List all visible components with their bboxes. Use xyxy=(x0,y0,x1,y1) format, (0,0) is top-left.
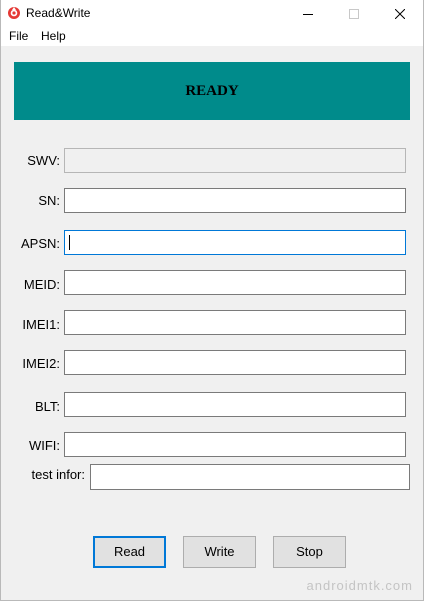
sn-field[interactable] xyxy=(64,188,406,213)
status-text: READY xyxy=(185,83,239,99)
close-icon xyxy=(395,9,405,19)
app-logo-icon xyxy=(8,7,20,19)
window-title: Read&Write xyxy=(26,6,91,20)
read-button[interactable]: Read xyxy=(93,536,166,568)
sn-label: SN: xyxy=(38,193,60,208)
imei1-field[interactable] xyxy=(64,310,406,335)
minimize-icon xyxy=(303,14,313,15)
apsn-field[interactable] xyxy=(64,230,406,255)
meid-field[interactable] xyxy=(64,270,406,295)
wifi-label: WIFI: xyxy=(28,438,60,453)
apsn-label: APSN: xyxy=(20,236,60,251)
maximize-icon xyxy=(349,9,359,19)
test-info-label: test infor: xyxy=(31,467,85,482)
title-bar[interactable]: Read&Write xyxy=(1,0,423,28)
text-caret xyxy=(69,235,70,250)
menu-file[interactable]: File xyxy=(9,29,28,44)
meid-label: MEID: xyxy=(23,277,60,292)
stop-button[interactable]: Stop xyxy=(273,536,346,568)
imei2-field[interactable] xyxy=(64,350,406,375)
maximize-button[interactable] xyxy=(331,0,377,28)
menu-help[interactable]: Help xyxy=(41,29,66,44)
blt-label: BLT: xyxy=(34,399,60,414)
swv-label: SWV: xyxy=(27,153,60,168)
status-banner: READY xyxy=(14,62,410,120)
imei2-label: IMEI2: xyxy=(22,356,60,371)
minimize-button[interactable] xyxy=(285,0,331,28)
blt-field[interactable] xyxy=(64,392,406,417)
imei1-label: IMEI1: xyxy=(22,317,60,332)
close-button[interactable] xyxy=(377,0,423,28)
write-button[interactable]: Write xyxy=(183,536,256,568)
wifi-field[interactable] xyxy=(64,432,406,457)
swv-field xyxy=(64,148,406,173)
menu-bar: File Help xyxy=(1,28,423,46)
test-info-field[interactable] xyxy=(90,464,410,490)
app-window: Read&Write File Help READY SWV: SN: APSN… xyxy=(0,0,424,601)
watermark-text: androidmtk.com xyxy=(306,578,413,593)
